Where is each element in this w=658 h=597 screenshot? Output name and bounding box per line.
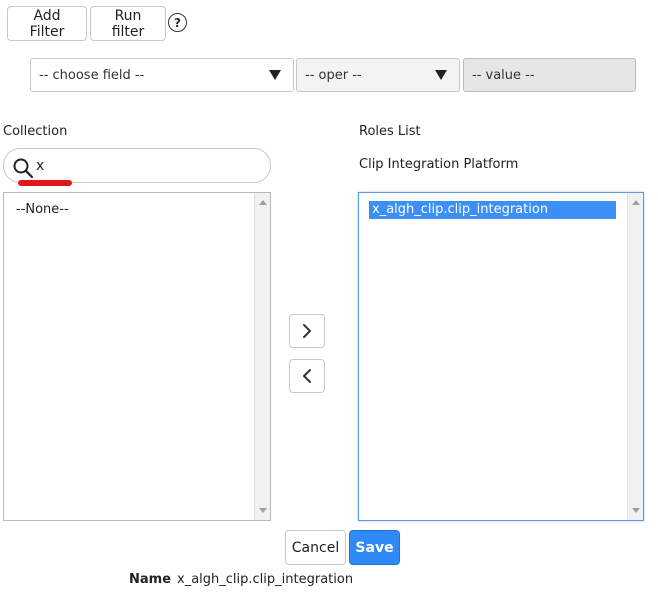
help-icon[interactable]: ? bbox=[168, 13, 187, 32]
run-filter-button[interactable]: Run filter bbox=[90, 6, 166, 41]
roles-scrollbar[interactable] bbox=[627, 193, 643, 520]
role-filter-page: Add Filter Run filter ? -- choose field … bbox=[0, 0, 658, 597]
add-filter-button[interactable]: Add Filter bbox=[7, 6, 87, 41]
list-item[interactable]: x_algh_clip.clip_integration bbox=[369, 201, 616, 219]
value-field[interactable]: -- value -- bbox=[463, 58, 636, 92]
chevron-right-icon bbox=[303, 324, 311, 338]
caret-down-icon bbox=[435, 70, 447, 80]
field-select[interactable]: -- choose field -- bbox=[30, 58, 294, 92]
scroll-down-icon[interactable] bbox=[259, 508, 267, 513]
value-placeholder: -- value -- bbox=[472, 67, 535, 83]
scroll-up-icon[interactable] bbox=[259, 200, 267, 205]
scroll-up-icon[interactable] bbox=[632, 200, 640, 205]
scroll-down-icon[interactable] bbox=[632, 508, 640, 513]
collection-label: Collection bbox=[3, 124, 68, 139]
chevron-left-icon bbox=[303, 369, 311, 383]
collection-search bbox=[3, 148, 271, 183]
roles-listbox[interactable]: x_algh_clip.clip_integration bbox=[358, 192, 644, 521]
name-field: Name x_algh_clip.clip_integration bbox=[129, 572, 353, 587]
name-label: Name bbox=[129, 572, 172, 587]
collection-scrollbar[interactable] bbox=[254, 193, 270, 520]
field-select-value: -- choose field -- bbox=[39, 67, 145, 83]
name-value: x_algh_clip.clip_integration bbox=[177, 572, 354, 587]
list-item[interactable]: --None-- bbox=[13, 201, 72, 219]
search-icon bbox=[13, 158, 34, 179]
roles-list-label: Roles List bbox=[359, 124, 421, 139]
operator-select[interactable]: -- oper -- bbox=[296, 58, 460, 92]
collection-search-input[interactable] bbox=[34, 155, 258, 177]
roles-subtitle: Clip Integration Platform bbox=[359, 157, 519, 172]
cancel-button[interactable]: Cancel bbox=[285, 530, 346, 565]
collection-listbox[interactable]: --None-- bbox=[3, 192, 271, 521]
add-to-roles-button[interactable] bbox=[289, 314, 325, 348]
operator-select-value: -- oper -- bbox=[305, 67, 362, 83]
remove-from-roles-button[interactable] bbox=[289, 359, 325, 393]
annotation-underline bbox=[18, 180, 72, 186]
save-button[interactable]: Save bbox=[349, 530, 400, 565]
caret-down-icon bbox=[269, 70, 281, 80]
